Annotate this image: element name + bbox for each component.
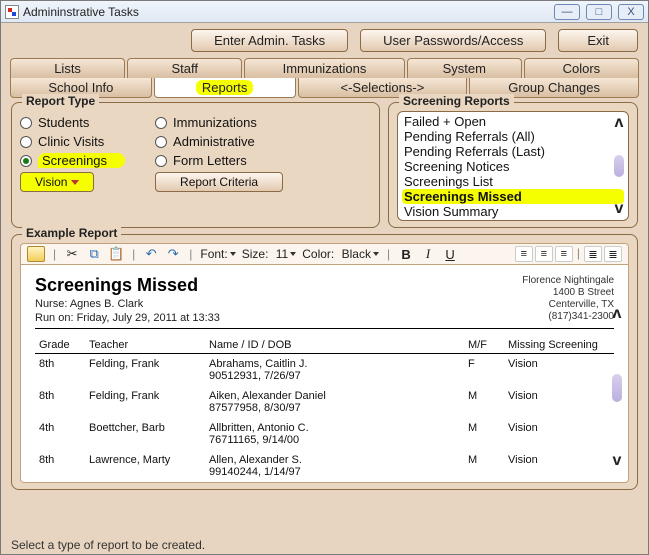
- radio-administrative-label: Administrative: [173, 134, 255, 149]
- scroll-down-icon[interactable]: v: [613, 452, 622, 470]
- status-bar: Select a type of report to be created.: [5, 538, 644, 552]
- undo-icon[interactable]: ↶: [143, 246, 159, 262]
- align-right-button[interactable]: ≡: [555, 246, 573, 262]
- table-row: 8thLawrence, MartyAllen, Alexander S.991…: [35, 450, 614, 482]
- report-table: Grade Teacher Name / ID / DOB M/F Missin…: [35, 337, 614, 482]
- chevron-down-icon: [230, 252, 236, 256]
- report-title: Screenings Missed: [35, 275, 220, 296]
- list-item[interactable]: Pending Referrals (Last): [402, 144, 624, 159]
- example-report-group: Example Report | ✂ ⧉ 📋 | ↶ ↷ | Font: Siz…: [11, 234, 638, 490]
- col-name: Name / ID / DOB: [205, 337, 464, 354]
- redo-icon[interactable]: ↷: [165, 246, 181, 262]
- report-type-legend: Report Type: [22, 94, 99, 108]
- radio-clinic-visits[interactable]: Clinic Visits: [20, 134, 125, 149]
- example-report-legend: Example Report: [22, 226, 121, 240]
- enter-admin-tasks-button[interactable]: Enter Admin. Tasks: [191, 29, 348, 52]
- size-dropdown[interactable]: Size: 11: [242, 247, 297, 261]
- scroll-up-icon[interactable]: ʌ: [615, 114, 624, 132]
- radio-clinic-visits-label: Clinic Visits: [38, 134, 104, 149]
- font-dropdown[interactable]: Font:: [200, 247, 235, 261]
- numbering-button[interactable]: ≣: [604, 246, 622, 262]
- user-passwords-button[interactable]: User Passwords/Access: [360, 29, 546, 52]
- tab-reports-label: Reports: [196, 80, 254, 95]
- table-row: 8thFelding, FrankAiken, Alexander Daniel…: [35, 386, 614, 418]
- screening-reports-list[interactable]: Failed + Open Pending Referrals (All) Pe…: [397, 111, 629, 221]
- tab-colors[interactable]: Colors: [524, 58, 639, 78]
- radio-immunizations-label: Immunizations: [173, 115, 257, 130]
- radio-administrative[interactable]: Administrative: [155, 134, 283, 149]
- report-toolbar: | ✂ ⧉ 📋 | ↶ ↷ | Font: Size: 11 Color: Bl…: [20, 243, 629, 265]
- scroll-thumb[interactable]: [612, 374, 622, 402]
- tab-reports[interactable]: Reports: [154, 78, 296, 98]
- col-teacher: Teacher: [85, 337, 205, 354]
- tab-system[interactable]: System: [407, 58, 522, 78]
- list-scrollbar[interactable]: ʌ v: [612, 114, 626, 218]
- copy-icon[interactable]: ⧉: [86, 246, 102, 262]
- close-button[interactable]: X: [618, 4, 644, 20]
- app-icon: [5, 5, 19, 19]
- tab-immunizations[interactable]: Immunizations: [244, 58, 404, 78]
- report-type-group: Report Type Students Clinic Visits Scree…: [11, 102, 380, 228]
- scroll-up-icon[interactable]: ʌ: [613, 305, 622, 323]
- col-mf: M/F: [464, 337, 504, 354]
- underline-button[interactable]: U: [442, 246, 458, 262]
- minimize-button[interactable]: —: [554, 4, 580, 20]
- screening-reports-group: Screening Reports Failed + Open Pending …: [388, 102, 638, 228]
- col-grade: Grade: [35, 337, 85, 354]
- align-center-button[interactable]: ≡: [535, 246, 553, 262]
- vision-dropdown-label: Vision: [35, 175, 67, 189]
- tab-staff[interactable]: Staff: [127, 58, 242, 78]
- open-icon[interactable]: [27, 246, 45, 262]
- scroll-thumb[interactable]: [614, 155, 624, 177]
- chevron-down-icon: [373, 252, 379, 256]
- table-row: 4thBoettcher, BarbAllbritten, Antonio C.…: [35, 418, 614, 450]
- list-item[interactable]: Screenings List: [402, 174, 624, 189]
- list-item[interactable]: Screening Notices: [402, 159, 624, 174]
- cut-icon[interactable]: ✂: [64, 246, 80, 262]
- report-scrollbar[interactable]: ʌ v: [610, 305, 624, 470]
- align-left-button[interactable]: ≡: [515, 246, 533, 262]
- radio-screenings-label: Screenings: [38, 153, 125, 168]
- report-addr2: Centerville, TX: [522, 299, 614, 311]
- report-phone: (817)341-2300: [522, 311, 614, 323]
- radio-form-letters[interactable]: Form Letters: [155, 153, 283, 168]
- window-title: Admininstrative Tasks: [23, 5, 139, 19]
- vision-dropdown[interactable]: Vision: [20, 172, 94, 192]
- chevron-down-icon: [290, 252, 296, 256]
- exit-button[interactable]: Exit: [558, 29, 638, 52]
- table-row: 8thFelding, FrankAbrahams, Caitlin J.905…: [35, 354, 614, 387]
- bullets-button[interactable]: ≣: [584, 246, 602, 262]
- report-preview: Screenings Missed Nurse: Agnes B. Clark …: [20, 265, 629, 483]
- list-item[interactable]: Pending Referrals (All): [402, 129, 624, 144]
- paste-icon[interactable]: 📋: [108, 246, 124, 262]
- list-item[interactable]: Vision Summary: [402, 204, 624, 219]
- list-item[interactable]: Failed + Open: [402, 114, 624, 129]
- report-criteria-button[interactable]: Report Criteria: [155, 172, 283, 192]
- radio-students-label: Students: [38, 115, 89, 130]
- radio-immunizations[interactable]: Immunizations: [155, 115, 283, 130]
- color-dropdown[interactable]: Color: Black: [302, 247, 379, 261]
- italic-button[interactable]: I: [420, 246, 436, 262]
- radio-screenings[interactable]: Screenings: [20, 153, 125, 168]
- tab-lists[interactable]: Lists: [10, 58, 125, 78]
- radio-form-letters-label: Form Letters: [173, 153, 247, 168]
- report-run: Run on: Friday, July 29, 2011 at 13:33: [35, 312, 220, 324]
- maximize-button[interactable]: □: [586, 4, 612, 20]
- titlebar: Admininstrative Tasks — □ X: [1, 1, 648, 23]
- scroll-down-icon[interactable]: v: [615, 200, 624, 218]
- list-item-selected[interactable]: Screenings Missed: [402, 189, 624, 204]
- report-addr1: 1400 B Street: [522, 287, 614, 299]
- radio-students[interactable]: Students: [20, 115, 125, 130]
- col-missing: Missing Screening: [504, 337, 614, 354]
- report-nurse: Nurse: Agnes B. Clark: [35, 298, 220, 310]
- screening-reports-legend: Screening Reports: [399, 94, 514, 108]
- report-org: Florence Nightingale: [522, 275, 614, 287]
- chevron-down-icon: [71, 180, 79, 185]
- bold-button[interactable]: B: [398, 246, 414, 262]
